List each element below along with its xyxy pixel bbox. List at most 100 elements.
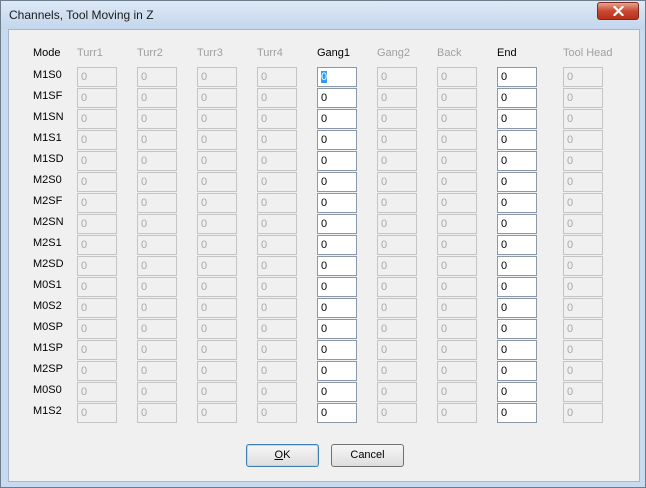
- cell-value: 0: [261, 197, 268, 209]
- cell-m1sn-end[interactable]: 0: [497, 109, 537, 129]
- cell-value: 0: [321, 239, 328, 251]
- cell-m1s0-turr2: 0: [137, 67, 177, 87]
- cell-m1s1-gang1[interactable]: 0: [317, 130, 357, 150]
- cell-m0sp-gang1[interactable]: 0: [317, 319, 357, 339]
- cancel-button[interactable]: Cancel: [331, 444, 404, 467]
- ok-button[interactable]: OK: [246, 444, 319, 467]
- row-label-m2s0: M2S0: [33, 174, 62, 186]
- cell-value: 0: [567, 134, 574, 146]
- cell-value: 0: [381, 260, 388, 272]
- cell-m1s2-back: 0: [437, 403, 477, 423]
- cell-value: 0: [567, 386, 574, 398]
- cell-value: 0: [501, 344, 508, 356]
- cell-value: 0: [321, 71, 328, 83]
- cell-value: 0: [441, 344, 448, 356]
- cell-m1sf-turr1: 0: [77, 88, 117, 108]
- cell-value: 0: [201, 281, 208, 293]
- cell-value: 0: [201, 365, 208, 377]
- cell-value: 0: [381, 218, 388, 230]
- row-label-m1sn: M1SN: [33, 111, 64, 123]
- cell-value: 0: [81, 218, 88, 230]
- cell-m2sp-gang2: 0: [377, 361, 417, 381]
- cell-m2s1-end[interactable]: 0: [497, 235, 537, 255]
- cell-value: 0: [81, 239, 88, 251]
- cell-m2sp-gang1[interactable]: 0: [317, 361, 357, 381]
- cell-value: 0: [201, 218, 208, 230]
- cell-m2s1-turr2: 0: [137, 235, 177, 255]
- cell-m2s1-turr3: 0: [197, 235, 237, 255]
- cell-m1s1-tool-head: 0: [563, 130, 603, 150]
- cell-m2s1-gang1[interactable]: 0: [317, 235, 357, 255]
- cell-m0s0-gang1[interactable]: 0: [317, 382, 357, 402]
- cell-m1s0-turr3: 0: [197, 67, 237, 87]
- cell-value: 0: [381, 155, 388, 167]
- column-header-turr2: Turr2: [137, 47, 163, 59]
- cell-m0s1-tool-head: 0: [563, 277, 603, 297]
- cell-m1s2-turr1: 0: [77, 403, 117, 423]
- dialog-client-area: Mode Turr1 Turr2 Turr3 Turr4 Gang1 Gang2 Back En…: [8, 29, 640, 482]
- close-icon: [613, 6, 624, 16]
- cell-m0s1-gang1[interactable]: 0: [317, 277, 357, 297]
- cell-m0s2-end[interactable]: 0: [497, 298, 537, 318]
- cell-m1s0-gang1[interactable]: 0: [317, 67, 357, 87]
- cell-m2sd-gang1[interactable]: 0: [317, 256, 357, 276]
- cell-m1s1-end[interactable]: 0: [497, 130, 537, 150]
- cell-m1sn-gang1[interactable]: 0: [317, 109, 357, 129]
- cell-value: 0: [567, 302, 574, 314]
- cell-m0s2-gang1[interactable]: 0: [317, 298, 357, 318]
- cell-m0sp-turr3: 0: [197, 319, 237, 339]
- cell-m0s0-turr2: 0: [137, 382, 177, 402]
- cell-m1sd-end[interactable]: 0: [497, 151, 537, 171]
- cell-m1s1-back: 0: [437, 130, 477, 150]
- close-button[interactable]: [597, 2, 639, 20]
- cell-value: 0: [567, 239, 574, 251]
- cell-value: 0: [501, 302, 508, 314]
- cell-m1sp-end[interactable]: 0: [497, 340, 537, 360]
- cell-m2sf-end[interactable]: 0: [497, 193, 537, 213]
- cell-value: 0: [81, 386, 88, 398]
- cell-m1s2-gang1[interactable]: 0: [317, 403, 357, 423]
- cell-m0sp-end[interactable]: 0: [497, 319, 537, 339]
- cell-m2sp-tool-head: 0: [563, 361, 603, 381]
- cell-m0s0-turr1: 0: [77, 382, 117, 402]
- cell-value: 0: [141, 218, 148, 230]
- cell-m1s2-end[interactable]: 0: [497, 403, 537, 423]
- cell-value: 0: [81, 197, 88, 209]
- cell-m2sp-end[interactable]: 0: [497, 361, 537, 381]
- cell-m0s0-end[interactable]: 0: [497, 382, 537, 402]
- cell-m2s0-end[interactable]: 0: [497, 172, 537, 192]
- cell-m1s0-end[interactable]: 0: [497, 67, 537, 87]
- cell-m1s2-gang2: 0: [377, 403, 417, 423]
- cell-m1sf-gang1[interactable]: 0: [317, 88, 357, 108]
- cell-m2s0-back: 0: [437, 172, 477, 192]
- cell-m2sd-end[interactable]: 0: [497, 256, 537, 276]
- cell-value: 0: [261, 365, 268, 377]
- cell-value: 0: [501, 113, 508, 125]
- title-bar[interactable]: Channels, Tool Moving in Z: [1, 1, 645, 29]
- cell-value: 0: [261, 218, 268, 230]
- cell-m2sn-turr3: 0: [197, 214, 237, 234]
- cell-m0s0-turr4: 0: [257, 382, 297, 402]
- cell-m2sf-gang1[interactable]: 0: [317, 193, 357, 213]
- cell-value: 0: [81, 155, 88, 167]
- cell-m2sn-gang1[interactable]: 0: [317, 214, 357, 234]
- cell-m1sp-gang1[interactable]: 0: [317, 340, 357, 360]
- cell-value: 0: [81, 92, 88, 104]
- cell-value: 0: [441, 260, 448, 272]
- row-label-m0sp: M0SP: [33, 321, 63, 333]
- cell-value: 0: [261, 71, 268, 83]
- cell-m2sn-end[interactable]: 0: [497, 214, 537, 234]
- cell-value: 0: [381, 323, 388, 335]
- cell-m2s0-gang1[interactable]: 0: [317, 172, 357, 192]
- column-header-turr3: Turr3: [197, 47, 223, 59]
- cell-m2sf-turr3: 0: [197, 193, 237, 213]
- cell-m0s1-gang2: 0: [377, 277, 417, 297]
- row-label-m1s2: M1S2: [33, 405, 62, 417]
- cell-m1s1-turr1: 0: [77, 130, 117, 150]
- cell-value: 0: [261, 281, 268, 293]
- cell-m1sf-end[interactable]: 0: [497, 88, 537, 108]
- cell-value: 0: [141, 323, 148, 335]
- cell-m1sd-gang1[interactable]: 0: [317, 151, 357, 171]
- cell-m0s1-end[interactable]: 0: [497, 277, 537, 297]
- column-header-back: Back: [437, 47, 462, 59]
